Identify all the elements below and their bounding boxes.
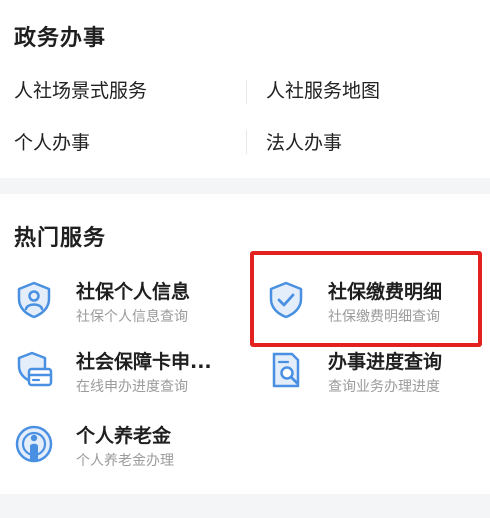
divider <box>246 80 247 104</box>
gov-services-card: 政务办事 人社场景式服务 人社服务地图 个人办事 法人办事 <box>0 0 490 178</box>
service-title: 个人养老金 <box>76 425 172 447</box>
service-social-security-info[interactable]: 社保个人信息 社保个人信息查询 <box>14 274 234 328</box>
service-title: 社保个人信息 <box>76 281 191 303</box>
pension-person-icon <box>15 425 53 463</box>
service-title: 社保缴费明细 <box>328 281 443 303</box>
section-title-gov: 政务办事 <box>14 26 107 51</box>
service-title: 社会保障卡申... <box>76 351 212 373</box>
service-subtitle: 查询业务办理进度 <box>328 379 440 395</box>
link-personal-affairs[interactable]: 个人办事 <box>14 128 90 155</box>
divider <box>246 130 247 154</box>
check-shield-icon <box>269 281 303 319</box>
document-search-icon <box>272 352 300 388</box>
service-progress-query[interactable]: 办事进度查询 查询业务办理进度 <box>266 344 486 398</box>
card-shield-icon <box>17 351 53 387</box>
service-social-security-card[interactable]: 社会保障卡申... 在线申办进度查询 <box>14 344 234 398</box>
link-scenario-service[interactable]: 人社场景式服务 <box>14 76 147 103</box>
service-title: 办事进度查询 <box>328 351 443 373</box>
service-subtitle: 社保缴费明细查询 <box>328 309 440 325</box>
service-subtitle: 个人养老金办理 <box>76 453 174 469</box>
link-service-map[interactable]: 人社服务地图 <box>266 76 380 103</box>
service-subtitle: 在线申办进度查询 <box>76 379 188 395</box>
service-contribution-details[interactable]: 社保缴费明细 社保缴费明细查询 <box>266 274 486 328</box>
link-legal-person-affairs[interactable]: 法人办事 <box>266 128 342 155</box>
service-subtitle: 社保个人信息查询 <box>76 309 188 325</box>
person-shield-icon <box>17 281 51 319</box>
service-personal-pension[interactable]: 个人养老金 个人养老金办理 <box>14 418 234 472</box>
section-title-hot: 热门服务 <box>14 226 107 251</box>
